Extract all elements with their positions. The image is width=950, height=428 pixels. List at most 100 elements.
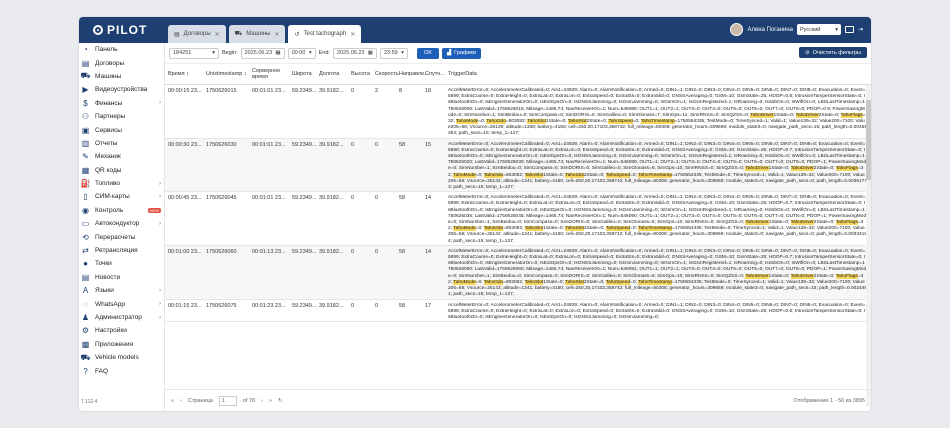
user-name[interactable]: Алена Поганина — [747, 27, 793, 33]
avatar[interactable] — [730, 23, 744, 36]
mail-icon[interactable] — [844, 26, 854, 33]
close-icon[interactable]: ✕ — [215, 31, 220, 38]
sidebar-item[interactable]: ◔ Панель — [79, 43, 164, 56]
sidebar-item[interactable]: ▦ QR коды — [79, 164, 164, 177]
table-row[interactable]: 00:01:00 23... 1750626060 00:01:13 23... 59… — [165, 245, 871, 300]
sidebar-item[interactable]: ▤ Договоры — [79, 56, 164, 69]
gauge-icon: ◔ — [83, 45, 88, 55]
sidebar-item[interactable]: ⟲ Перерасчеты — [79, 230, 164, 243]
highlight-match: TahoSpeed — [605, 226, 631, 232]
close-icon[interactable]: ✕ — [274, 31, 279, 38]
calendar-icon[interactable]: ▦ — [275, 50, 280, 56]
sidebar-item[interactable]: ▣ Сервисы — [79, 123, 164, 136]
first-page-icon[interactable]: « — [171, 398, 174, 404]
table-cell: 00:01:01 23... — [252, 195, 286, 202]
trigger-data-cell: AccelMeterError=0; AccelerometerCalibrat… — [445, 192, 871, 245]
refresh-icon[interactable]: ↻ — [278, 398, 283, 404]
sidebar-item[interactable]: ⇄ Ретрансляция — [79, 244, 164, 257]
whatsapp-icon: ◌ — [83, 299, 88, 309]
brand[interactable]: PILOT — [79, 17, 165, 43]
language-select[interactable]: Русский ▾ — [796, 24, 841, 35]
highlight-match: TahoSlot — [524, 279, 544, 285]
graphs-button[interactable]: ▟ Графики — [441, 47, 482, 59]
sidebar-item[interactable]: ◌ WhatsApp › — [79, 297, 164, 310]
ok-button[interactable]: OK — [416, 47, 439, 59]
sidebar-item-label: FAQ — [95, 367, 109, 375]
sidebar-item[interactable]: ⚇ Партнеры — [79, 110, 164, 123]
chart-icon: ▟ — [446, 50, 452, 56]
sidebar-item[interactable]: ▥ Отчеты — [79, 137, 164, 150]
scrollbar-thumb[interactable] — [866, 100, 871, 180]
id-value: 184251 — [173, 50, 192, 56]
id-input[interactable]: 184251 ▾ — [169, 47, 219, 59]
column-header[interactable]: Широта — [289, 71, 316, 77]
table-row[interactable]: 00:01:15 23... 1750626075 00:01:23 23... 59… — [165, 300, 871, 323]
clear-filters-label: Очистить фильтры — [812, 49, 861, 56]
sidebar-item[interactable]: ⛽ Топливо › — [79, 177, 164, 190]
highlight-match: TahoSpeed — [605, 172, 631, 178]
column-header[interactable]: Время ↕ — [165, 71, 203, 77]
trigger-text: 2State=0; — [583, 279, 606, 285]
logout-icon[interactable]: ⇥ — [858, 26, 863, 33]
sidebar-item-label: Vehicle models — [95, 354, 139, 362]
table-row[interactable]: 00:00:15 23... 1750626015 00:01:01 23... 59… — [165, 85, 871, 139]
column-header[interactable]: Высота — [348, 71, 372, 77]
sidebar-item[interactable]: ▶ Видеоустройства — [79, 83, 164, 96]
calendar-icon[interactable]: ▦ — [368, 50, 373, 56]
page-input[interactable]: 1 — [218, 395, 237, 406]
sidebar-item[interactable]: $ Финансы › — [79, 97, 164, 110]
tab-contracts[interactable]: ▤ Договоры ✕ — [168, 25, 226, 43]
sidebar-item-label: Автокондуктор — [95, 220, 140, 228]
sidebar-item[interactable]: ◉ Контроль NEW — [79, 204, 164, 217]
sidebar-item[interactable]: ? FAQ — [79, 364, 164, 377]
table-row[interactable]: 00:00:30 23... 1750626030 00:01:01 23... 59… — [165, 138, 871, 193]
app-version: 7.112.4 — [81, 399, 98, 405]
highlight-match: TahoSpeed — [608, 119, 633, 125]
column-header[interactable]: Unixtimestamp ↕ — [203, 71, 249, 77]
sidebar-item[interactable]: ⛟ Vehicle models — [79, 351, 164, 364]
column-header[interactable]: Долгота — [316, 71, 348, 77]
begin-time-select[interactable]: 00:00 ▾ — [287, 47, 316, 59]
prev-page-icon[interactable]: ‹ — [180, 398, 182, 404]
sidebar-item[interactable]: A Языки › — [79, 284, 164, 297]
sidebar-item[interactable]: ✎ Механик — [79, 150, 164, 163]
highlight-match: TahoDriver — [745, 220, 769, 226]
highlight-match: TahoDriver — [790, 220, 814, 226]
next-page-icon[interactable]: › — [261, 398, 263, 404]
sidebar-item[interactable]: ♟ Администратор › — [79, 311, 164, 324]
qr-icon: ▦ — [81, 165, 90, 175]
tab-test-tachograph[interactable]: ↺ Test tachograph ✕ — [288, 25, 362, 43]
sidebar-item[interactable]: ▭ Автокондуктор › — [79, 217, 164, 230]
sidebar-item[interactable]: ▯ СИМ-карты › — [79, 190, 164, 203]
clear-filters-button[interactable]: ⊘ Очистить фильтры — [799, 47, 867, 58]
trigger-text: 1State=0; — [543, 172, 566, 178]
column-header[interactable]: Скорость — [372, 71, 399, 77]
table-cell: 0 — [375, 141, 379, 148]
sidebar-item[interactable]: ● Точки — [79, 257, 164, 270]
control-icon: ◉ — [82, 205, 89, 215]
column-header[interactable]: Спутн... — [422, 71, 445, 77]
sidebar-item-label: Панель — [95, 46, 118, 54]
trigger-data-cell: AccelMeterError=0; AccelerometerCalibrat… — [445, 85, 871, 138]
end-time-select[interactable]: 23:59 ▾ — [379, 47, 408, 59]
close-icon[interactable]: ✕ — [350, 31, 355, 38]
vertical-scrollbar[interactable] — [866, 85, 871, 407]
last-page-icon[interactable]: » — [269, 398, 272, 404]
tab-vehicles[interactable]: ⛟ Машины ✕ — [228, 25, 286, 43]
begin-date-input[interactable]: 2025.06.23 ▦ — [240, 47, 285, 59]
begin-date: 2025.06.23 — [244, 50, 273, 56]
tab-label: Машины — [246, 31, 271, 37]
highlight-match: TahoDriver — [790, 273, 814, 279]
chevron-right-icon: › — [159, 314, 161, 321]
sidebar-item[interactable]: ⚙ Настройки — [79, 324, 164, 337]
table-row[interactable]: 00:00:45 23... 1750626045 00:01:01 23... 59… — [165, 192, 871, 246]
sidebar-item[interactable]: ⛟ Машины — [79, 70, 164, 83]
sidebar-item[interactable]: ▩ Приложения — [79, 338, 164, 351]
column-header[interactable]: Направле... — [396, 71, 429, 77]
sidebar-item-label: Топливо — [95, 180, 121, 188]
chevron-down-icon: ▾ — [212, 50, 215, 56]
column-header[interactable]: TriggerData — [445, 71, 871, 77]
end-date-input[interactable]: 2025.06.23 ▦ — [332, 47, 377, 59]
column-header[interactable]: Серверное время — [249, 68, 289, 80]
sidebar-item[interactable]: ▤ Новости — [79, 271, 164, 284]
